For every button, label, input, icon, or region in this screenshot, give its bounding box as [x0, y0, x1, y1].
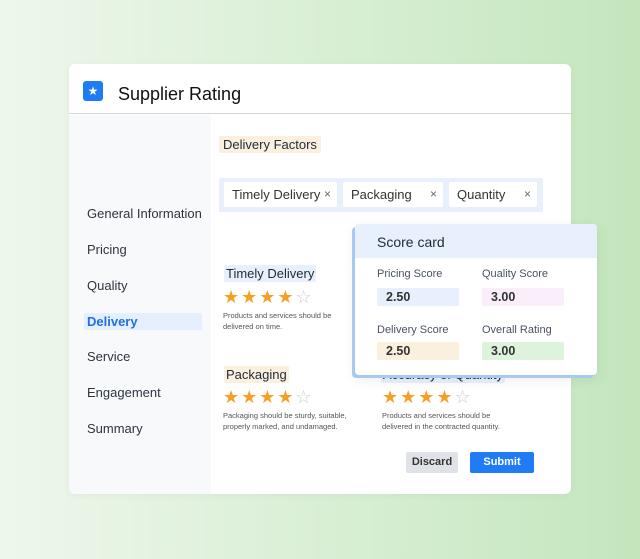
star-rating[interactable]: ★★★★☆: [223, 388, 314, 406]
factor-description: Packaging should be sturdy, suitable, pro…: [223, 411, 347, 431]
user-star-icon: ★: [83, 81, 103, 101]
sidebar-item-service[interactable]: Service: [84, 348, 202, 365]
star-rating[interactable]: ★★★★☆: [382, 388, 473, 406]
tag-label: Packaging: [351, 187, 412, 202]
tag-timely-delivery: Timely Delivery ×: [224, 182, 337, 207]
sidebar-item-pricing[interactable]: Pricing: [84, 241, 202, 258]
pricing-score-value: 2.50: [377, 288, 459, 306]
quality-score-value: 3.00: [482, 288, 564, 306]
delivery-score-label: Delivery Score: [377, 324, 449, 336]
delivery-score-value: 2.50: [377, 342, 459, 360]
overall-rating-label: Overall Rating: [482, 324, 552, 336]
pricing-score-label: Pricing Score: [377, 268, 443, 280]
close-icon[interactable]: ×: [430, 182, 437, 207]
factor-title: Timely Delivery: [224, 265, 317, 282]
tag-label: Quantity: [457, 187, 506, 202]
factor-title: Packaging: [224, 366, 289, 383]
tag-packaging: Packaging ×: [343, 182, 443, 207]
section-title: Delivery Factors: [219, 136, 321, 153]
sidebar: General Information Pricing Quality Deli…: [69, 115, 211, 494]
factor-description: Products and services should be delivered…: [382, 411, 500, 431]
sidebar-item-quality[interactable]: Quality: [84, 277, 202, 294]
score-card: Score card Pricing Score 2.50 Quality Sc…: [355, 224, 597, 375]
factor-description: Products and services should be delivered…: [223, 311, 332, 331]
tag-input[interactable]: Timely Delivery × Packaging × Quantity ×: [219, 178, 543, 212]
score-card-title: Score card: [355, 224, 597, 258]
submit-button[interactable]: Submit: [470, 452, 534, 473]
close-icon[interactable]: ×: [324, 182, 331, 207]
close-icon[interactable]: ×: [524, 182, 531, 207]
sidebar-item-general-information[interactable]: General Information: [84, 205, 202, 222]
sidebar-item-engagement[interactable]: Engagement: [84, 384, 202, 401]
tag-label: Timely Delivery: [232, 187, 321, 202]
quality-score-label: Quality Score: [482, 268, 549, 280]
star-rating[interactable]: ★★★★☆: [223, 288, 314, 306]
sidebar-item-delivery[interactable]: Delivery: [84, 313, 202, 330]
page-title: Supplier Rating: [118, 84, 242, 104]
header: ★ Supplier Rating: [69, 64, 571, 114]
sidebar-item-summary[interactable]: Summary: [84, 420, 202, 437]
discard-button[interactable]: Discard: [406, 452, 458, 473]
tag-quantity: Quantity ×: [449, 182, 537, 207]
overall-rating-value: 3.00: [482, 342, 564, 360]
